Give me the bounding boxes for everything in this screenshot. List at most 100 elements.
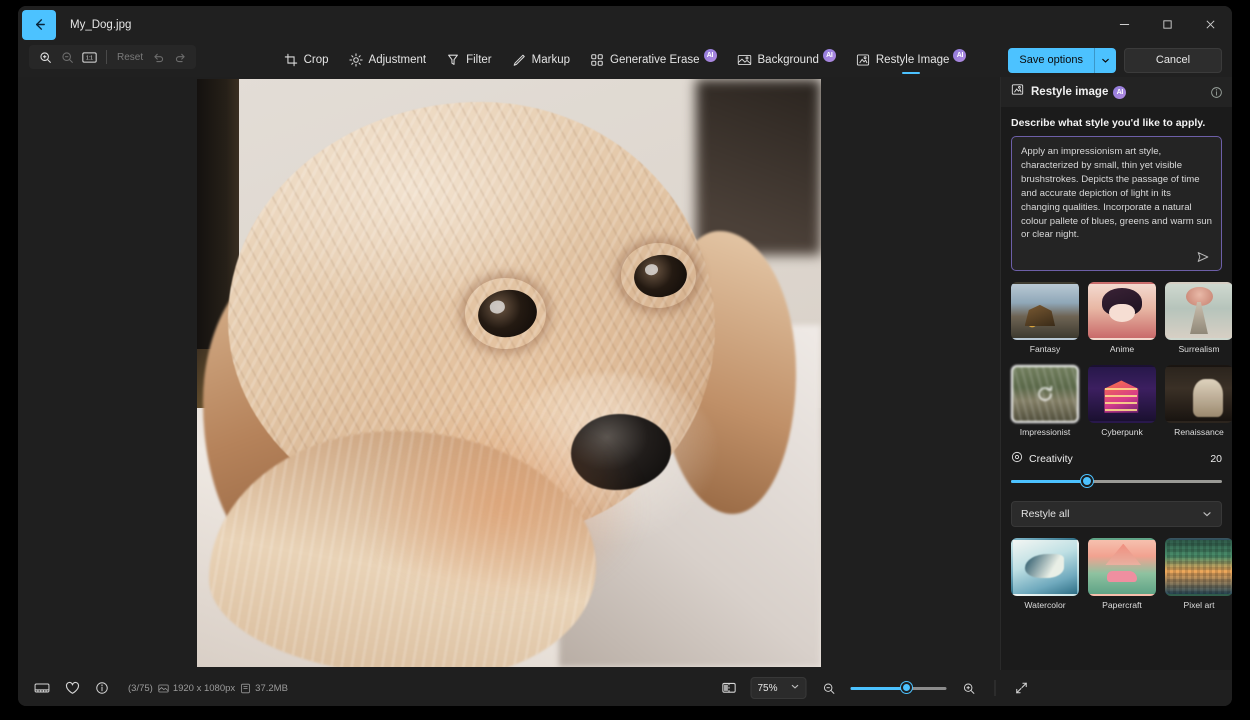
undo-button[interactable] bbox=[147, 47, 169, 67]
tool-filter[interactable]: Filter bbox=[437, 43, 501, 77]
style-preset-cyberpunk[interactable]: Cyberpunk bbox=[1088, 365, 1156, 437]
minimize-button[interactable] bbox=[1103, 6, 1146, 43]
style-preset-anime[interactable]: Anime bbox=[1088, 282, 1156, 354]
edit-mode-tabs: Crop Adjustment Filter Markup Generative… bbox=[275, 43, 976, 77]
zoom-in-icon bbox=[963, 682, 974, 694]
redo-button[interactable] bbox=[169, 47, 191, 67]
style-preset-fantasy[interactable]: Fantasy bbox=[1011, 282, 1079, 354]
restyle-panel: Restyle image AI Describe what style you… bbox=[1000, 77, 1232, 670]
save-options-button[interactable]: Save options bbox=[1008, 47, 1094, 73]
refresh-spinner-icon bbox=[1038, 386, 1053, 402]
style-thumbnail[interactable] bbox=[1165, 538, 1232, 597]
creativity-slider[interactable] bbox=[1011, 472, 1222, 490]
zoom-level-value: 75% bbox=[757, 682, 778, 694]
filmstrip-button[interactable] bbox=[28, 676, 56, 700]
zoom-slider-thumb[interactable] bbox=[900, 682, 912, 693]
close-button[interactable] bbox=[1189, 6, 1232, 43]
style-preset-papercraft[interactable]: Papercraft bbox=[1088, 538, 1156, 610]
panel-info-button[interactable] bbox=[1210, 86, 1223, 99]
restyle-scope-value: Restyle all bbox=[1021, 508, 1070, 521]
zoom-out-icon bbox=[61, 51, 73, 63]
tool-generative-erase[interactable]: Generative Erase AI bbox=[581, 43, 726, 77]
chevron-down-icon bbox=[791, 682, 800, 694]
pen-icon bbox=[512, 53, 526, 67]
tool-background[interactable]: Background AI bbox=[728, 43, 845, 77]
describe-style-label: Describe what style you'd like to apply. bbox=[1011, 117, 1206, 129]
style-label: Surrealism bbox=[1178, 344, 1220, 355]
dog-photo bbox=[197, 78, 821, 667]
info-circle-icon bbox=[1211, 86, 1222, 98]
dimensions-value: 1920 x 1080px bbox=[172, 682, 236, 694]
fullscreen-button[interactable] bbox=[1008, 676, 1036, 700]
maximize-button[interactable] bbox=[1146, 6, 1189, 43]
filter-icon bbox=[446, 53, 460, 67]
toolbar-divider bbox=[106, 50, 107, 64]
style-thumbnail[interactable] bbox=[1088, 365, 1156, 424]
style-preset-renaissance[interactable]: Renaissance bbox=[1165, 365, 1232, 437]
crop-icon bbox=[284, 53, 298, 67]
style-label: Anime bbox=[1109, 344, 1135, 355]
style-thumbnail-selected[interactable] bbox=[1011, 365, 1079, 424]
window-controls bbox=[1103, 6, 1232, 43]
ai-badge: AI bbox=[822, 49, 836, 62]
style-label: Impressionist bbox=[1019, 427, 1071, 438]
zoom-out-button[interactable] bbox=[815, 676, 843, 700]
favorite-button[interactable] bbox=[58, 676, 86, 700]
reset-button[interactable]: Reset bbox=[113, 52, 147, 63]
file-info-button[interactable] bbox=[88, 676, 116, 700]
photo-warm-glow bbox=[359, 407, 647, 608]
style-preset-surrealism[interactable]: Surrealism bbox=[1165, 282, 1232, 354]
prompt-actions bbox=[1021, 248, 1212, 266]
style-label: Watercolor bbox=[1024, 600, 1066, 611]
canvas-area[interactable] bbox=[18, 77, 1000, 670]
style-thumbnail[interactable] bbox=[1011, 282, 1079, 340]
slider-thumb[interactable] bbox=[1080, 475, 1093, 488]
style-thumbnail[interactable] bbox=[1088, 538, 1156, 597]
zoom-in-button[interactable] bbox=[34, 47, 56, 67]
style-prompt-box[interactable]: Apply an impressionism art style, charac… bbox=[1011, 136, 1222, 272]
back-button[interactable] bbox=[22, 9, 56, 40]
zoom-out-icon bbox=[823, 682, 834, 694]
compare-button[interactable] bbox=[715, 676, 743, 700]
status-divider bbox=[994, 680, 996, 696]
style-preset-impressionist[interactable]: Impressionist bbox=[1011, 365, 1079, 437]
style-preset-pixel-art[interactable]: Pixel art bbox=[1165, 538, 1232, 610]
save-options-split-button[interactable]: Save options bbox=[1008, 47, 1116, 73]
minimize-icon bbox=[1119, 24, 1130, 25]
style-thumbnail[interactable] bbox=[1011, 538, 1079, 597]
style-preset-watercolor[interactable]: Watercolor bbox=[1011, 538, 1079, 610]
background-icon bbox=[737, 53, 752, 67]
style-label: Fantasy bbox=[1029, 344, 1061, 355]
zoom-slider[interactable] bbox=[850, 680, 947, 696]
style-prompt-input[interactable]: Apply an impressionism art style, charac… bbox=[1021, 145, 1212, 242]
tool-label: Background bbox=[757, 54, 819, 66]
maximize-icon bbox=[1163, 20, 1172, 29]
style-thumbnail[interactable] bbox=[1088, 282, 1156, 341]
panel-content: Describe what style you'd like to apply.… bbox=[1001, 107, 1232, 610]
image-canvas[interactable] bbox=[197, 78, 821, 667]
tool-restyle-image[interactable]: Restyle Image AI bbox=[847, 43, 976, 77]
tool-markup[interactable]: Markup bbox=[503, 43, 579, 77]
tool-label: Markup bbox=[531, 54, 570, 66]
save-options-dropdown-button[interactable] bbox=[1094, 47, 1116, 73]
ai-badge: AI bbox=[703, 49, 717, 62]
undo-icon bbox=[153, 53, 163, 62]
style-loading-overlay bbox=[1013, 367, 1077, 422]
zoom-out-button[interactable] bbox=[56, 47, 78, 67]
style-presets-row-3: Watercolor Papercraft Pixel art bbox=[1011, 538, 1232, 610]
tool-adjustment[interactable]: Adjustment bbox=[340, 43, 436, 77]
restyle-icon bbox=[856, 53, 870, 67]
restyle-scope-dropdown[interactable]: Restyle all bbox=[1011, 501, 1222, 528]
style-thumbnail[interactable] bbox=[1165, 282, 1232, 341]
title-bar: My_Dog.jpg bbox=[18, 6, 1232, 43]
close-icon bbox=[1206, 20, 1215, 29]
tool-crop[interactable]: Crop bbox=[275, 43, 338, 77]
zoom-level-select[interactable]: 75% bbox=[750, 677, 807, 699]
style-thumbnail[interactable] bbox=[1165, 365, 1232, 424]
chevron-down-icon bbox=[1102, 58, 1109, 63]
fit-to-window-button[interactable]: 1:1 bbox=[78, 47, 100, 67]
main-toolbar: 1:1 Reset Crop Adjustment Filter Markup … bbox=[18, 43, 1232, 77]
zoom-in-button[interactable] bbox=[955, 676, 983, 700]
cancel-button[interactable]: Cancel bbox=[1124, 47, 1222, 73]
send-prompt-button[interactable] bbox=[1194, 248, 1212, 266]
